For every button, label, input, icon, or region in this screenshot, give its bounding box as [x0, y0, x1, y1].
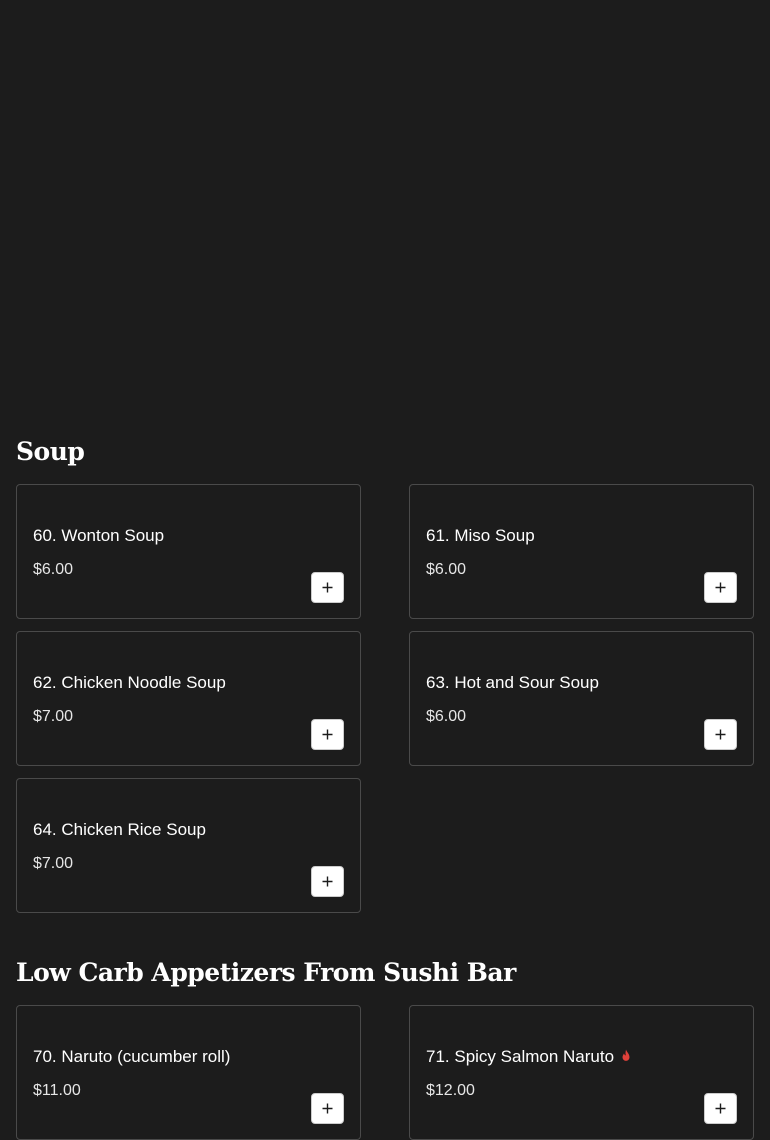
item-name: 60. Wonton Soup: [33, 526, 165, 545]
item-price: $6.00: [426, 561, 467, 578]
menu-grid: 60. Wonton Soup $6.00 61. Miso Soup $6.0…: [16, 484, 754, 913]
plus-icon: [322, 582, 333, 593]
item-name: 63. Hot and Sour Soup: [426, 673, 599, 692]
add-to-cart-button[interactable]: [311, 1093, 344, 1124]
flame-icon: [622, 1049, 630, 1061]
plus-icon: [322, 729, 333, 740]
item-name: 71. Spicy Salmon Naruto: [426, 1047, 615, 1066]
section-title: Soup: [16, 437, 85, 466]
item-name: 70. Naruto (cucumber roll): [33, 1047, 231, 1066]
menu-item-card[interactable]: 63. Hot and Sour Soup $6.00: [409, 631, 754, 766]
add-to-cart-button[interactable]: [311, 719, 344, 750]
add-to-cart-button[interactable]: [704, 719, 737, 750]
item-price: $6.00: [426, 708, 467, 725]
item-price: $11.00: [33, 1082, 81, 1099]
item-name: 61. Miso Soup: [426, 526, 535, 545]
menu-item-card[interactable]: 60. Wonton Soup $6.00: [16, 484, 361, 619]
menu-item-card[interactable]: 61. Miso Soup $6.00: [409, 484, 754, 619]
item-price: $6.00: [33, 561, 74, 578]
plus-icon: [322, 1103, 333, 1114]
item-price: $12.00: [426, 1082, 475, 1099]
item-name-row: 71. Spicy Salmon Naruto: [426, 1047, 632, 1067]
menu-item-card[interactable]: 64. Chicken Rice Soup $7.00: [16, 778, 361, 913]
plus-icon: [715, 1103, 726, 1114]
item-name: 62. Chicken Noodle Soup: [33, 673, 226, 692]
menu-item-card[interactable]: 62. Chicken Noodle Soup $7.00: [16, 631, 361, 766]
item-price: $7.00: [33, 855, 74, 872]
item-price: $7.00: [33, 708, 74, 725]
plus-icon: [715, 729, 726, 740]
item-name: 64. Chicken Rice Soup: [33, 820, 206, 839]
low-carb-appetizers-section: Low Carb Appetizers From Sushi Bar 70. N…: [0, 960, 770, 1140]
menu-item-card[interactable]: 70. Naruto (cucumber roll) $11.00: [16, 1005, 361, 1140]
menu-item-card[interactable]: 71. Spicy Salmon Naruto $12.00: [409, 1005, 754, 1140]
add-to-cart-button[interactable]: [704, 1093, 737, 1124]
plus-icon: [715, 582, 726, 593]
soup-section: Soup 60. Wonton Soup $6.00 61. Miso Soup…: [0, 439, 770, 913]
add-to-cart-button[interactable]: [311, 866, 344, 897]
top-blank-area: [0, 0, 770, 420]
add-to-cart-button[interactable]: [311, 572, 344, 603]
add-to-cart-button[interactable]: [704, 572, 737, 603]
menu-grid: 70. Naruto (cucumber roll) $11.00 71. Sp…: [16, 1005, 754, 1140]
plus-icon: [322, 876, 333, 887]
section-title: Low Carb Appetizers From Sushi Bar: [16, 958, 516, 987]
